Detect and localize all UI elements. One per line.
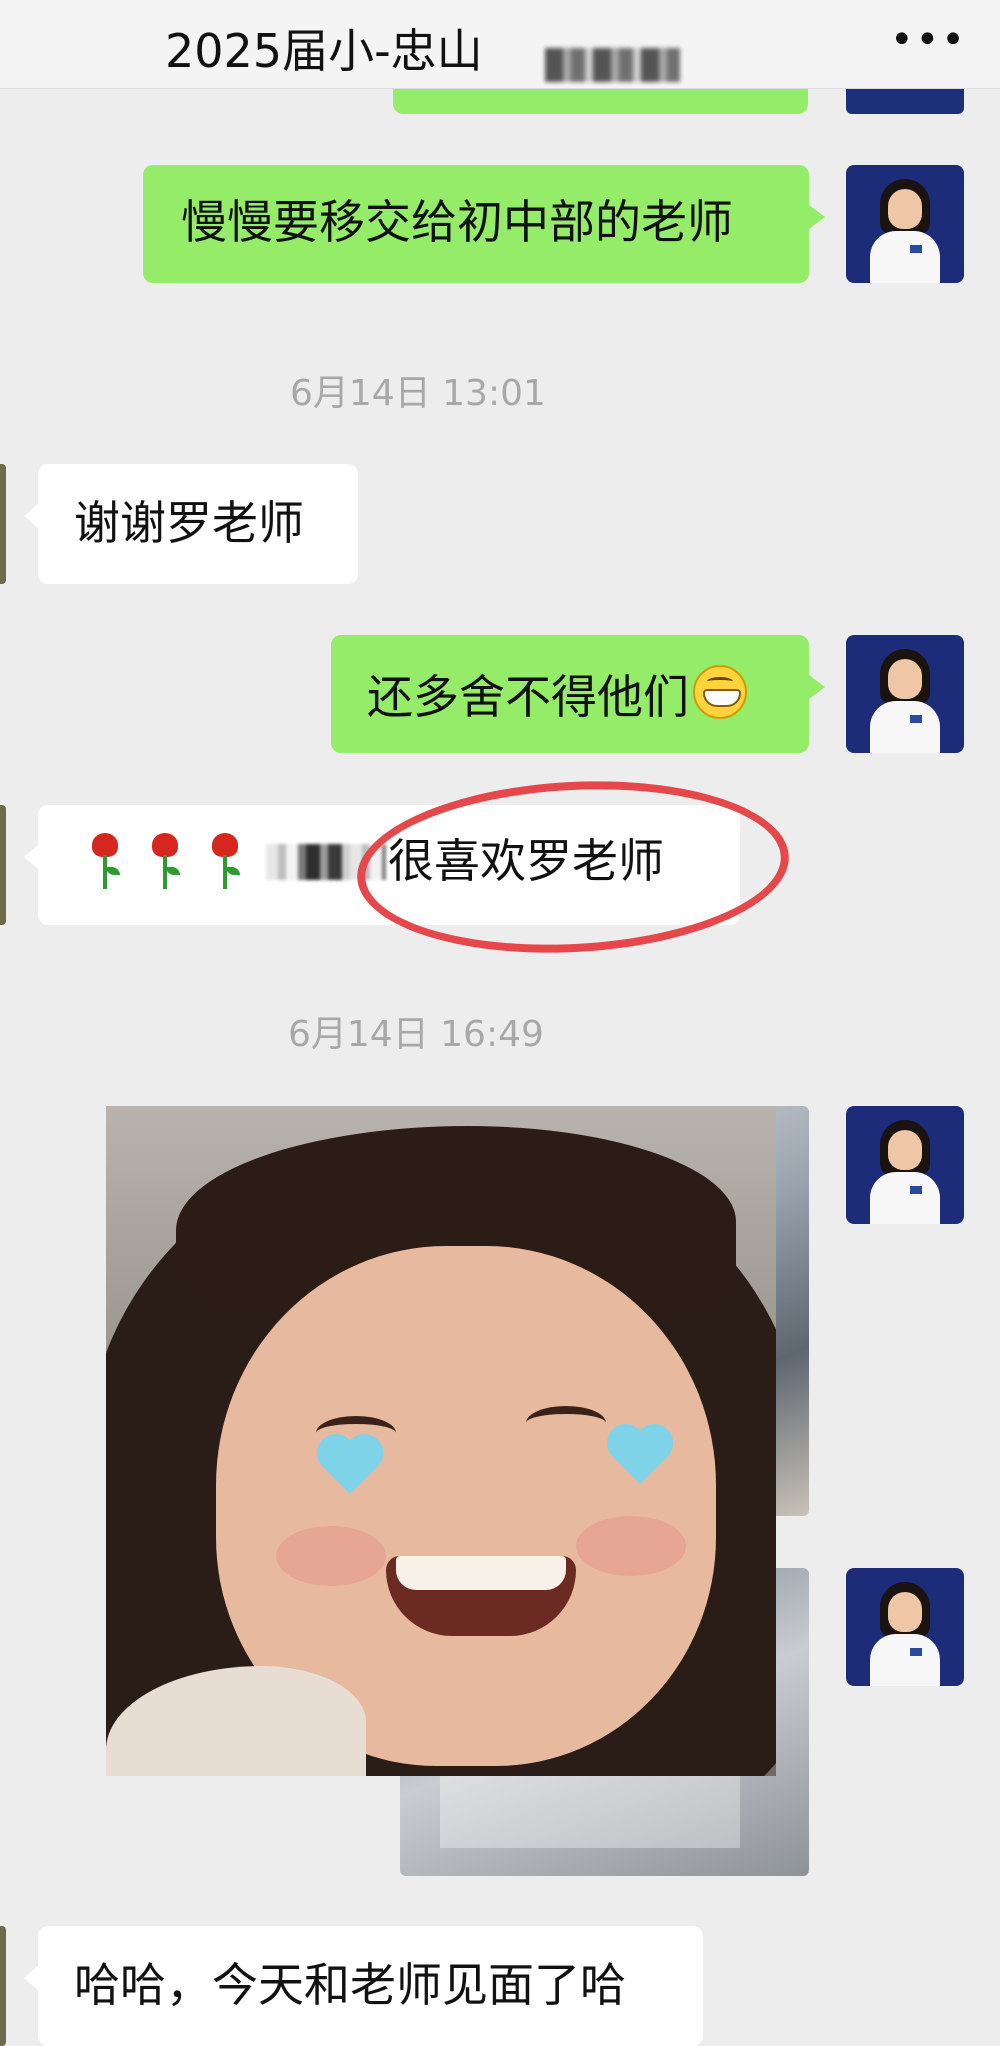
message-text: 还多舍不得他们	[367, 670, 689, 724]
contact-avatar[interactable]	[0, 805, 6, 925]
my-avatar[interactable]	[846, 165, 964, 283]
my-avatar[interactable]	[846, 635, 964, 753]
rose-icon	[86, 832, 124, 891]
message-text: 哈哈，今天和老师见面了哈	[74, 1958, 626, 2012]
timestamp: 6月14日 13:01	[290, 373, 546, 414]
timestamp: 6月14日 16:49	[288, 1014, 544, 1055]
rose-icon	[146, 832, 184, 891]
message-bubble-sent[interactable]: 慢慢要移交给初中部的老师	[143, 165, 825, 283]
meme-photo	[106, 1106, 776, 1776]
my-avatar[interactable]	[846, 1568, 964, 1686]
message-bubble-sent[interactable]: 还多舍不得他们	[331, 635, 825, 753]
redacted-name	[545, 48, 680, 82]
contact-avatar[interactable]	[0, 464, 6, 584]
blue-heart-icon	[606, 1426, 676, 1490]
blue-heart-icon	[316, 1436, 386, 1500]
highlight-circle-annotation	[352, 770, 794, 964]
more-dots-icon[interactable]: •••	[890, 20, 965, 60]
my-avatar[interactable]	[846, 1106, 964, 1224]
rose-icon	[206, 832, 244, 891]
message-text: 谢谢罗老师	[74, 496, 304, 550]
chat-title: 2025届小-忠山	[165, 24, 483, 78]
message-bubble-received[interactable]: 谢谢罗老师	[24, 464, 358, 584]
message-bubble-received[interactable]: 哈哈，今天和老师见面了哈	[24, 1926, 703, 2046]
message-text: 慢慢要移交给初中部的老师	[181, 195, 733, 249]
grinning-face-icon	[693, 665, 747, 719]
chat-header: 2025届小-忠山 •••	[0, 0, 1000, 89]
contact-avatar[interactable]	[0, 1926, 6, 2046]
